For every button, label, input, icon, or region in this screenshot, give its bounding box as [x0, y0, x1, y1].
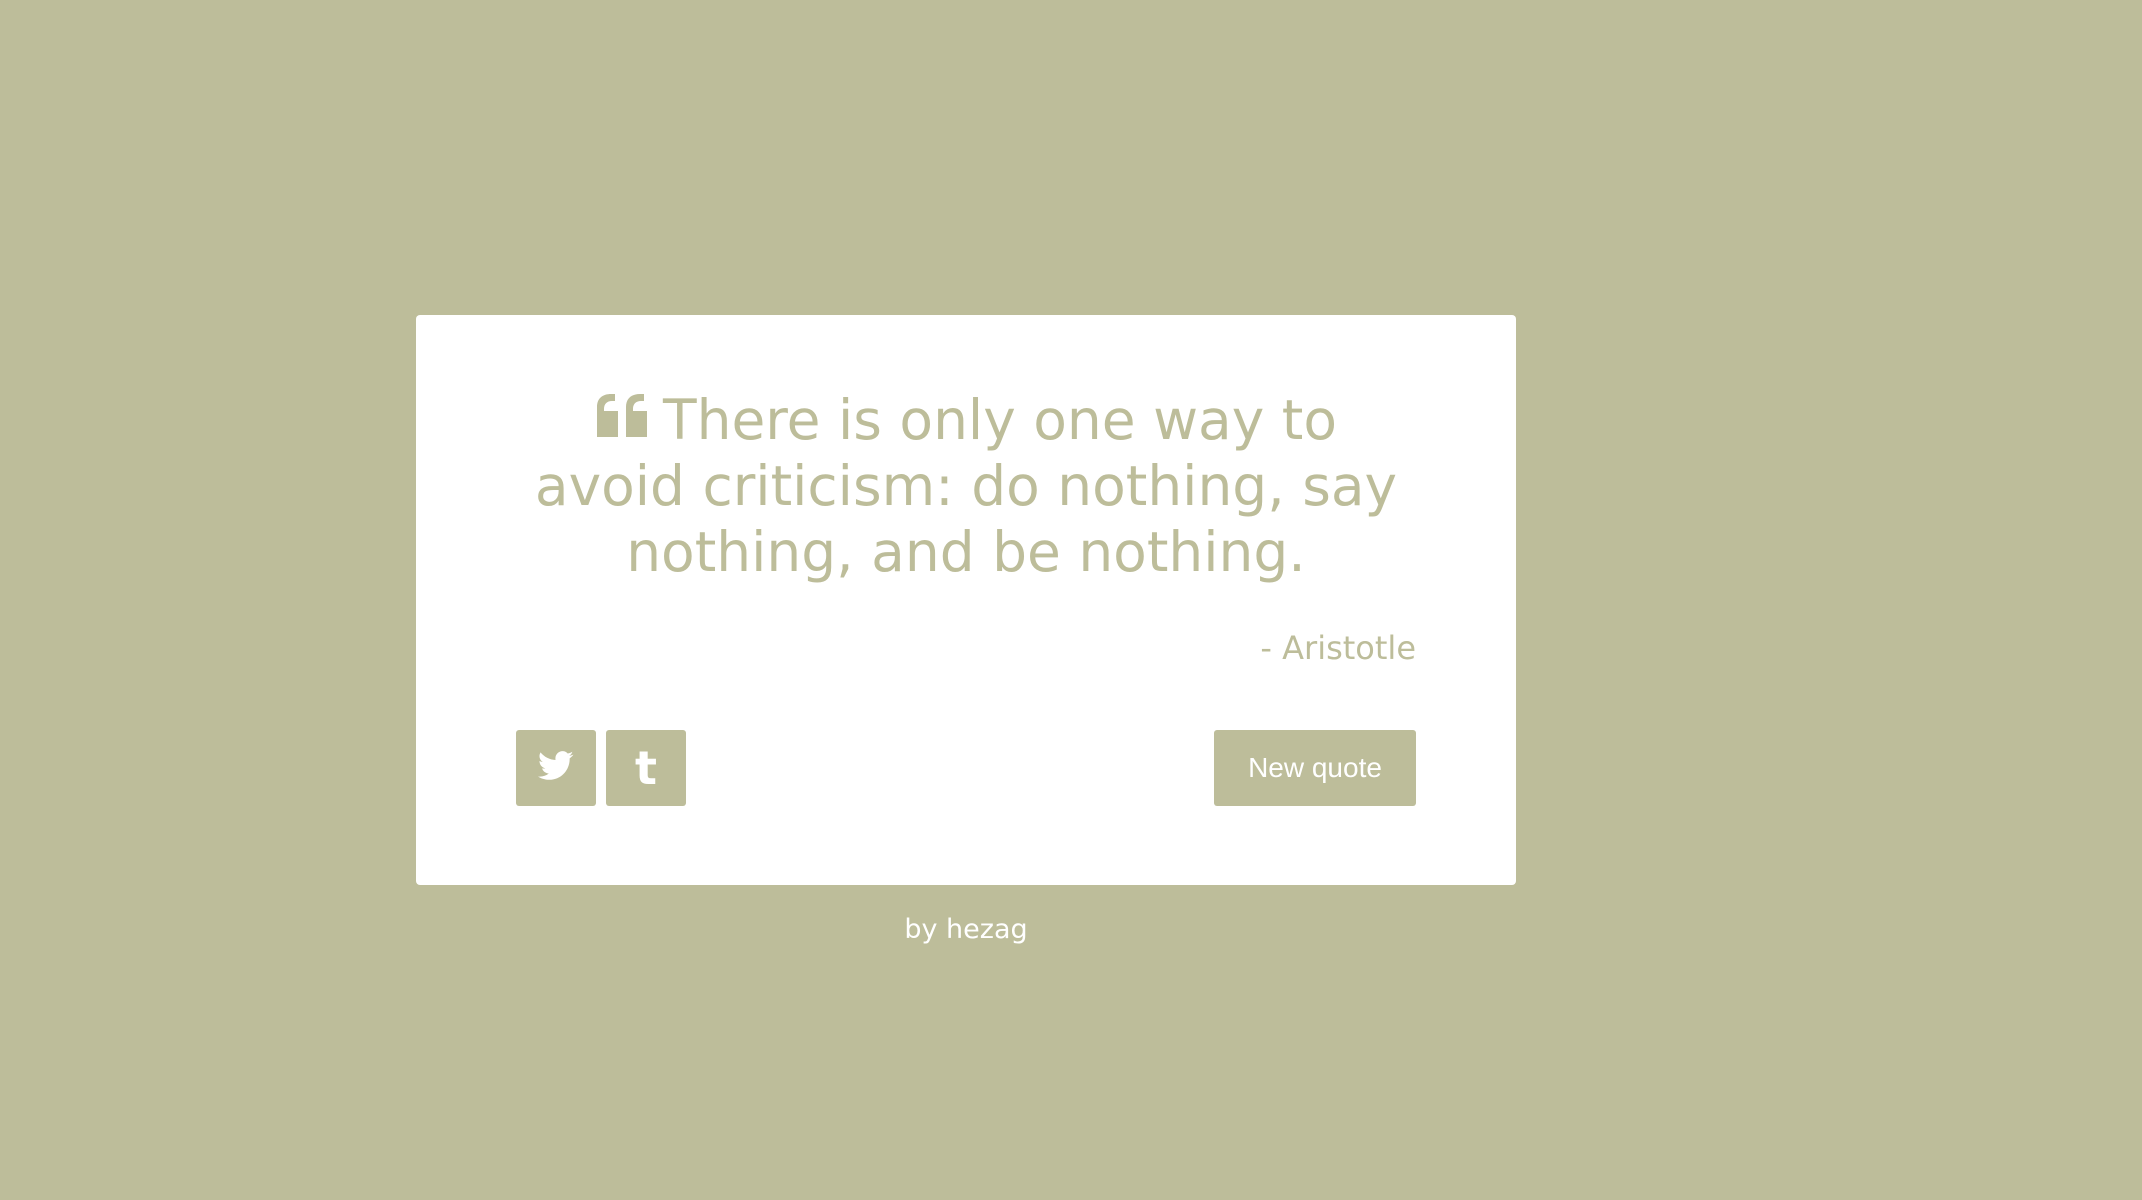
new-quote-button[interactable]: New quote	[1214, 730, 1416, 806]
quote-text: There is only one way to avoid criticism…	[534, 388, 1398, 584]
tumblr-button[interactable]: t	[606, 730, 686, 806]
quote-author: - Aristotle	[1260, 629, 1416, 667]
footer-prefix: by	[904, 914, 947, 945]
footer-credit: by hezag	[416, 913, 1516, 947]
quote-card: There is only one way to avoid criticism…	[416, 315, 1516, 885]
author-link[interactable]: hezag	[946, 914, 1028, 945]
quote-text-container: There is only one way to avoid criticism…	[516, 387, 1416, 585]
twitter-icon	[538, 751, 574, 785]
tumblr-icon: t	[635, 741, 657, 795]
tweet-button[interactable]	[516, 730, 596, 806]
quote-left-icon	[595, 393, 649, 439]
